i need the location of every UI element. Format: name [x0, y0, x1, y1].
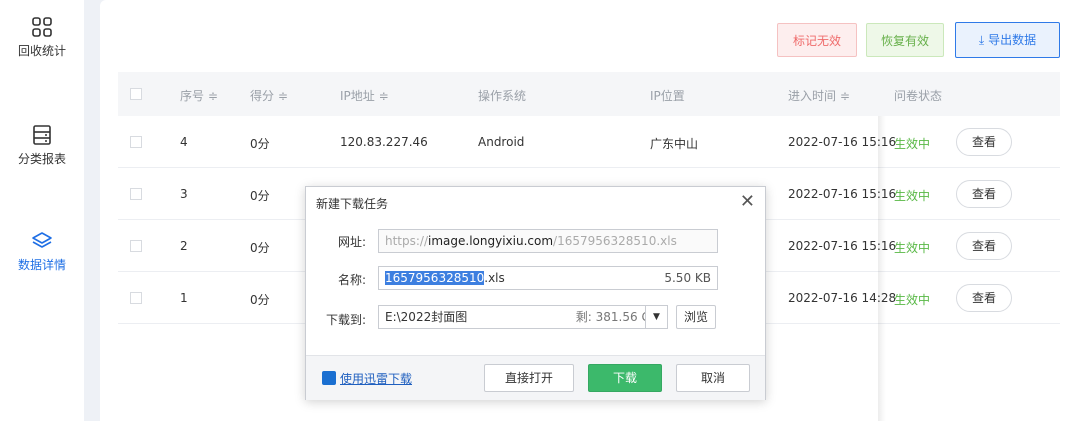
select-all-checkbox[interactable]: [130, 88, 142, 100]
row-checkbox[interactable]: [130, 188, 142, 200]
thunder-download-link[interactable]: 使用迅雷下载: [340, 370, 412, 387]
row-index: 2: [180, 239, 188, 253]
view-button[interactable]: 查看: [956, 180, 1012, 208]
open-direct-button[interactable]: 直接打开: [484, 364, 574, 392]
export-data-label: 导出数据: [988, 33, 1037, 47]
chevron-down-icon: ▼: [653, 312, 660, 322]
download-dialog: 新建下载任务 ✕ 网址: https://image.longyixiu.com…: [305, 186, 766, 400]
cancel-button[interactable]: 取消: [676, 364, 750, 392]
sidebar-item-data-details[interactable]: 数据详情: [0, 230, 84, 273]
view-button[interactable]: 查看: [956, 128, 1012, 156]
sidebar-item-label: 数据详情: [17, 258, 66, 272]
sidebar-item-label: 回收统计: [17, 44, 66, 58]
row-status: 生效中: [894, 241, 931, 255]
export-data-button[interactable]: ⤓ 导出数据: [955, 22, 1060, 58]
fixed-column-shadow: [878, 116, 886, 421]
row-index: 3: [180, 187, 188, 201]
row-index: 4: [180, 135, 188, 149]
browse-button[interactable]: 浏览: [676, 305, 716, 329]
header-ip[interactable]: IP地址 ≑: [340, 87, 389, 104]
name-label: 名称:: [337, 273, 366, 287]
row-checkbox[interactable]: [130, 240, 142, 252]
sidebar-item-recycle-stats[interactable]: 回收统计: [0, 16, 84, 59]
header-score[interactable]: 得分 ≑: [250, 87, 288, 104]
row-checkbox[interactable]: [130, 292, 142, 304]
url-host: image.longyixiu.com: [428, 234, 554, 248]
restore-valid-button[interactable]: 恢复有效: [866, 23, 944, 57]
mark-invalid-button[interactable]: 标记无效: [777, 23, 857, 57]
row-score: 0分: [250, 137, 270, 151]
sidebar-item-category-report[interactable]: 分类报表: [0, 124, 84, 167]
view-button[interactable]: 查看: [956, 232, 1012, 260]
file-size: 5.50 KB: [664, 271, 711, 285]
row-score: 0分: [250, 241, 270, 255]
row-ip: 120.83.227.46: [340, 135, 428, 149]
header-index[interactable]: 序号 ≑: [180, 87, 218, 104]
row-status: 生效中: [894, 189, 931, 203]
header-enter-time[interactable]: 进入时间 ≑: [788, 87, 850, 104]
header-location: IP位置: [650, 89, 685, 103]
sidebar-item-label: 分类报表: [17, 152, 66, 166]
download-button[interactable]: 下载: [588, 364, 662, 392]
row-index: 1: [180, 291, 188, 305]
table-header: 序号 ≑ 得分 ≑ IP地址 ≑ 操作系统 IP位置 进入时间 ≑ 问卷状态: [118, 72, 1060, 116]
sidebar: 回收统计 分类报表 数据详情: [0, 0, 84, 421]
row-score: 0分: [250, 293, 270, 307]
dialog-footer: 使用迅雷下载 直接打开 下载 取消: [306, 355, 765, 400]
dialog-title: 新建下载任务: [316, 197, 389, 211]
thunder-icon: [322, 371, 336, 385]
row-status: 生效中: [894, 293, 931, 307]
grid-icon: [32, 17, 52, 37]
url-prefix: https://: [385, 234, 429, 248]
save-path: E:\2022封面图: [385, 310, 468, 324]
save-path-field[interactable]: E:\2022封面图 剩: 381.56 GB: [378, 305, 668, 329]
row-score: 0分: [250, 189, 270, 203]
header-os: 操作系统: [478, 89, 527, 103]
table-icon: [33, 125, 51, 145]
row-location: 广东中山: [650, 137, 699, 151]
row-checkbox[interactable]: [130, 136, 142, 148]
download-icon: ⤓: [978, 33, 985, 47]
filename-field[interactable]: 1657956328510.xls 5.50 KB: [378, 266, 718, 290]
save-path-dropdown[interactable]: ▼: [645, 305, 668, 329]
filename-selected: 1657956328510: [385, 271, 485, 285]
filename-ext: .xls: [484, 271, 505, 285]
layers-icon: [32, 232, 52, 248]
header-status: 问卷状态: [894, 89, 943, 103]
view-button[interactable]: 查看: [956, 284, 1012, 312]
url-label: 网址:: [337, 235, 366, 249]
url-field[interactable]: https://image.longyixiu.com/165795632851…: [378, 229, 718, 253]
save-to-label: 下载到:: [325, 313, 366, 327]
url-path: /1657956328510.xls: [553, 234, 677, 248]
close-icon[interactable]: ✕: [740, 191, 755, 212]
table-row: 4 0分 120.83.227.46 Android 广东中山 2022-07-…: [118, 116, 1060, 168]
row-status: 生效中: [894, 137, 931, 151]
row-os: Android: [478, 135, 525, 149]
